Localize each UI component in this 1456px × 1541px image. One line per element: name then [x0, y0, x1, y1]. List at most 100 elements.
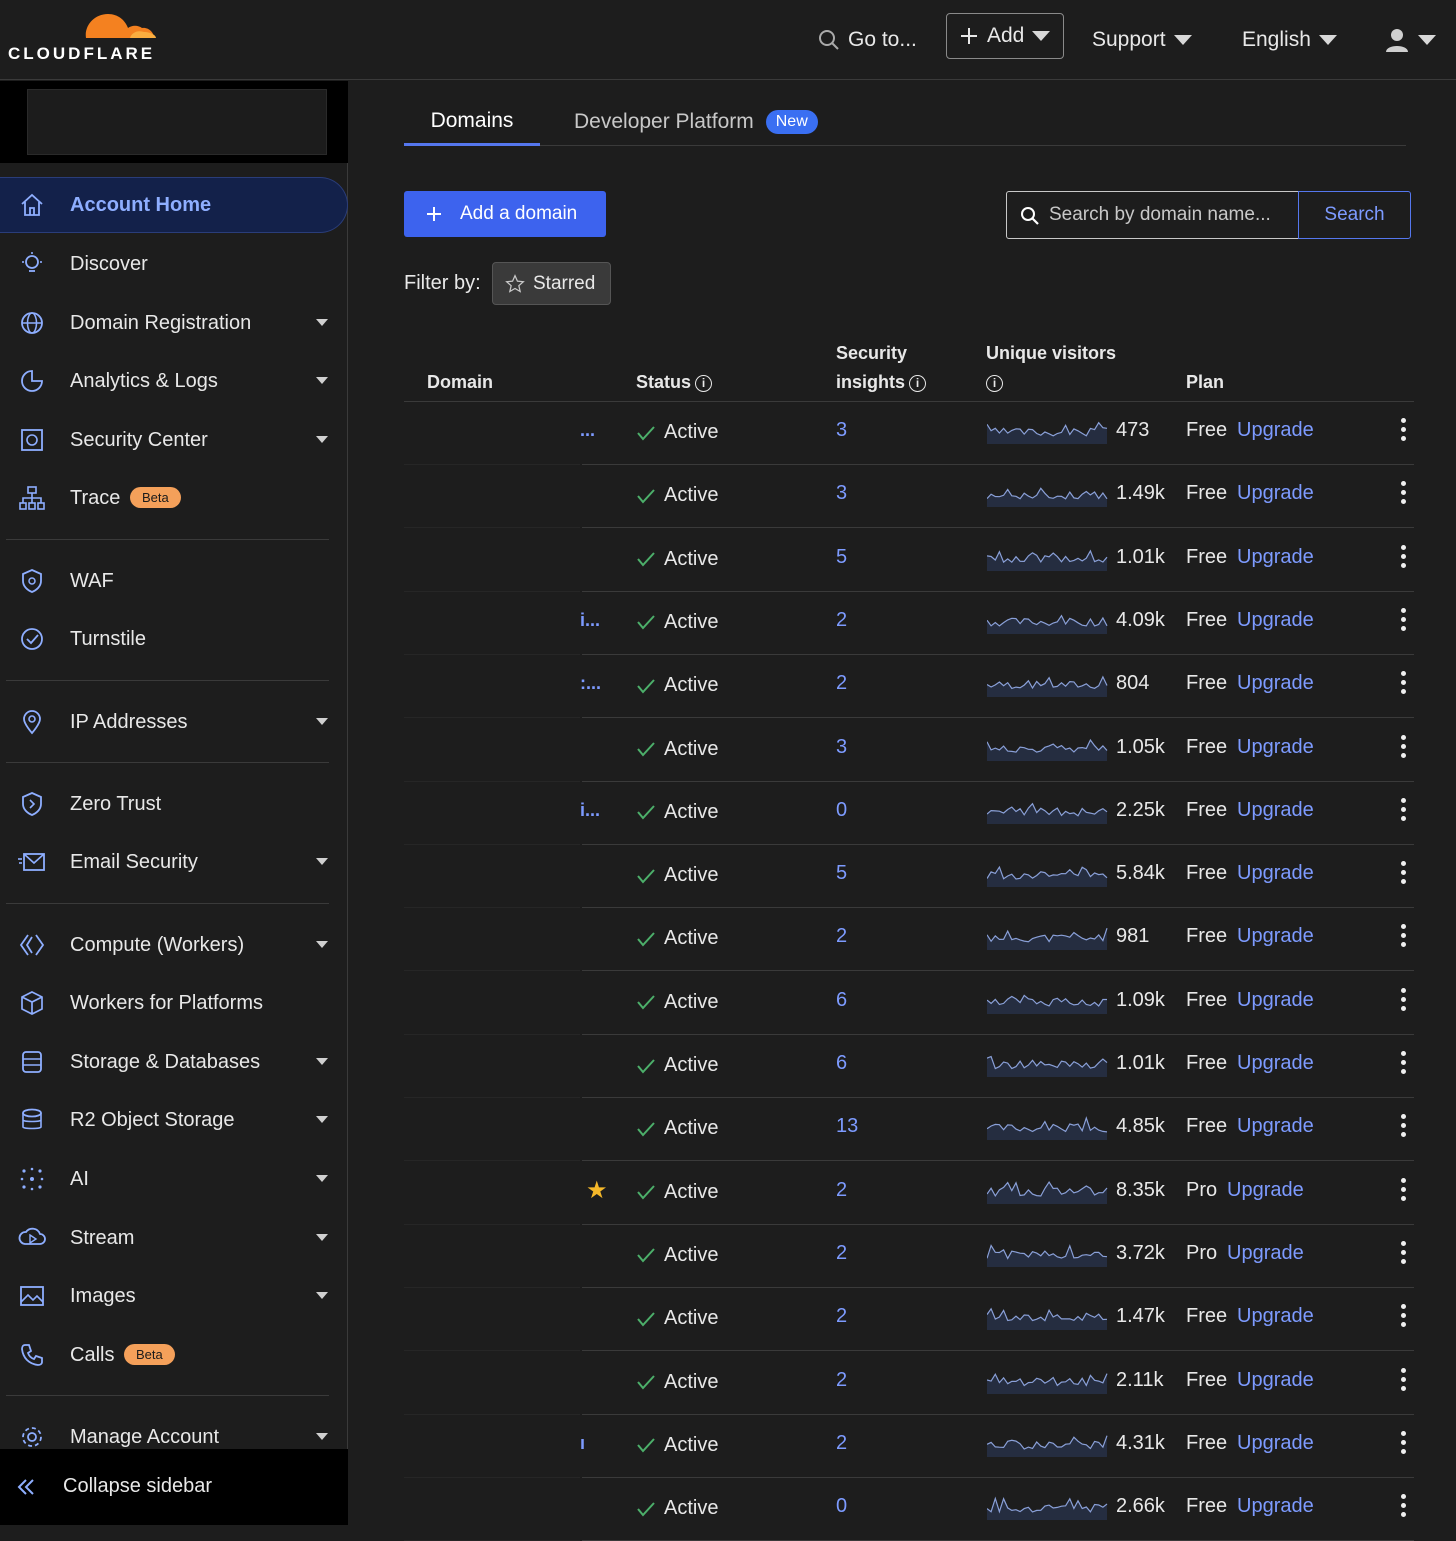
- search-button[interactable]: Search: [1298, 191, 1411, 239]
- info-icon[interactable]: i: [986, 374, 1003, 392]
- upgrade-link[interactable]: Upgrade: [1237, 862, 1314, 885]
- row-actions-menu-icon[interactable]: [1396, 607, 1410, 636]
- row-actions-menu-icon[interactable]: [1396, 1114, 1410, 1142]
- row-actions-menu-icon[interactable]: [1396, 734, 1410, 763]
- sidebar-item-storage-databases[interactable]: Storage & Databases: [0, 1034, 348, 1090]
- table-row[interactable]: Active 2 1.47k Free Upgrade: [404, 1288, 1414, 1352]
- upgrade-link[interactable]: Upgrade: [1237, 1115, 1314, 1138]
- row-actions-menu-icon[interactable]: [1396, 544, 1410, 573]
- col-header-visitors[interactable]: Unique visitors i: [986, 339, 1116, 397]
- security-insights-count[interactable]: 2: [836, 1305, 847, 1328]
- security-insights-count[interactable]: 5: [836, 546, 847, 569]
- domain-search-input[interactable]: [1006, 191, 1299, 239]
- upgrade-link[interactable]: Upgrade: [1237, 1305, 1314, 1328]
- domain-name-truncated[interactable]: ı: [580, 1433, 585, 1454]
- table-row[interactable]: Active 0 2.66k Free Upgrade: [404, 1478, 1414, 1541]
- row-actions-menu-icon[interactable]: [1396, 1494, 1410, 1522]
- security-insights-count[interactable]: 2: [836, 1369, 847, 1392]
- sidebar-item-images[interactable]: Images: [0, 1268, 348, 1324]
- row-actions-menu-icon[interactable]: [1396, 924, 1410, 952]
- domain-name-truncated[interactable]: i...: [580, 610, 600, 631]
- info-icon[interactable]: i: [695, 374, 713, 392]
- security-insights-count[interactable]: 13: [836, 1115, 858, 1138]
- security-insights-count[interactable]: 2: [836, 1432, 847, 1455]
- security-insights-count[interactable]: 6: [836, 1052, 847, 1075]
- sidebar-item-r2-object-storage[interactable]: R2 Object Storage: [0, 1092, 348, 1148]
- upgrade-link[interactable]: Upgrade: [1237, 925, 1314, 948]
- row-actions-menu-icon[interactable]: [1396, 797, 1410, 826]
- sidebar-item-zero-trust[interactable]: Zero Trust: [0, 776, 348, 832]
- language-menu[interactable]: English: [1242, 22, 1337, 58]
- row-actions-menu-icon[interactable]: [1396, 861, 1410, 889]
- col-header-security[interactable]: Security insights i: [836, 339, 927, 397]
- table-row[interactable]: Active 2 2.11k Free Upgrade: [404, 1352, 1414, 1415]
- upgrade-link[interactable]: Upgrade: [1237, 1495, 1314, 1518]
- row-actions-menu-icon[interactable]: [1396, 1367, 1410, 1396]
- row-actions-menu-icon[interactable]: [1396, 418, 1410, 446]
- table-row[interactable]: Active 5 1.01k Free Upgrade: [404, 529, 1414, 592]
- support-menu[interactable]: Support: [1092, 22, 1192, 58]
- security-insights-count[interactable]: 3: [836, 419, 847, 442]
- table-row[interactable]: Active 2 981 Free Upgrade: [404, 908, 1414, 972]
- sidebar-item-ip-addresses[interactable]: IP Addresses: [0, 694, 348, 750]
- row-actions-menu-icon[interactable]: [1396, 1304, 1410, 1332]
- sidebar-item-security-center[interactable]: Security Center: [0, 412, 348, 468]
- row-actions-menu-icon[interactable]: [1396, 481, 1410, 509]
- domain-name-truncated[interactable]: :...: [580, 673, 601, 694]
- row-actions-menu-icon[interactable]: [1396, 671, 1410, 699]
- security-insights-count[interactable]: 0: [836, 1495, 847, 1518]
- add-domain-button[interactable]: Add a domain: [404, 191, 606, 237]
- security-insights-count[interactable]: 2: [836, 672, 847, 695]
- tab-domains[interactable]: Domains: [404, 98, 540, 146]
- tab-developer-platform[interactable]: Developer Platform New: [574, 98, 818, 146]
- row-actions-menu-icon[interactable]: [1396, 1430, 1410, 1459]
- table-row[interactable]: Active 3 1.05k Free Upgrade: [404, 719, 1414, 782]
- user-menu[interactable]: [1384, 22, 1436, 58]
- table-row[interactable]: i... Active 0 2.25k Free Upgrade: [404, 782, 1414, 845]
- upgrade-link[interactable]: Upgrade: [1237, 1432, 1314, 1455]
- table-row[interactable]: ★ Active 2 8.35k Pro Upgrade: [404, 1162, 1414, 1225]
- table-row[interactable]: Active 6 1.09k Free Upgrade: [404, 972, 1414, 1035]
- sidebar-item-stream[interactable]: Stream: [0, 1210, 348, 1266]
- add-menu-button[interactable]: Add: [946, 13, 1064, 59]
- sidebar-item-calls[interactable]: Calls Beta: [0, 1327, 348, 1383]
- upgrade-link[interactable]: Upgrade: [1237, 736, 1314, 759]
- upgrade-link[interactable]: Upgrade: [1237, 482, 1314, 505]
- col-header-status[interactable]: Status i: [636, 368, 713, 397]
- sidebar-item-waf[interactable]: WAF: [0, 553, 348, 609]
- upgrade-link[interactable]: Upgrade: [1237, 419, 1314, 442]
- security-insights-count[interactable]: 3: [836, 482, 847, 505]
- upgrade-link[interactable]: Upgrade: [1237, 609, 1314, 632]
- upgrade-link[interactable]: Upgrade: [1237, 1052, 1314, 1075]
- col-header-plan[interactable]: Plan: [1186, 368, 1224, 397]
- domain-name-truncated[interactable]: i...: [580, 800, 600, 821]
- upgrade-link[interactable]: Upgrade: [1237, 989, 1314, 1012]
- security-insights-count[interactable]: 5: [836, 862, 847, 885]
- sidebar-item-compute-workers[interactable]: Compute (Workers): [0, 917, 348, 973]
- row-actions-menu-icon[interactable]: [1396, 1177, 1410, 1206]
- security-insights-count[interactable]: 2: [836, 1179, 847, 1202]
- sidebar-item-ai[interactable]: AI: [0, 1151, 348, 1207]
- security-insights-count[interactable]: 0: [836, 799, 847, 822]
- security-insights-count[interactable]: 2: [836, 609, 847, 632]
- sidebar-item-workers-for-platforms[interactable]: Workers for Platforms: [0, 975, 348, 1031]
- upgrade-link[interactable]: Upgrade: [1237, 546, 1314, 569]
- security-insights-count[interactable]: 2: [836, 1242, 847, 1265]
- sidebar-item-turnstile[interactable]: Turnstile: [0, 611, 348, 667]
- cloudflare-logo[interactable]: CLOUDFLARE: [8, 8, 163, 68]
- goto-search[interactable]: Go to...: [818, 22, 917, 58]
- table-row[interactable]: ... Active 3 473 Free Upgrade: [404, 402, 1414, 465]
- info-icon[interactable]: i: [909, 374, 927, 392]
- col-header-domain[interactable]: Domain: [427, 368, 493, 397]
- row-actions-menu-icon[interactable]: [1396, 1051, 1410, 1079]
- sidebar-item-discover[interactable]: Discover: [0, 236, 348, 292]
- table-row[interactable]: Active 3 1.49k Free Upgrade: [404, 465, 1414, 529]
- sidebar-item-domain-registration[interactable]: Domain Registration: [0, 295, 348, 351]
- upgrade-link[interactable]: Upgrade: [1237, 1369, 1314, 1392]
- table-row[interactable]: ı Active 2 4.31k Free Upgrade: [404, 1415, 1414, 1478]
- upgrade-link[interactable]: Upgrade: [1237, 672, 1314, 695]
- sidebar-item-account-home[interactable]: Account Home: [0, 177, 348, 233]
- sidebar-item-email-security[interactable]: Email Security: [0, 834, 348, 890]
- domain-name-truncated[interactable]: ...: [580, 420, 595, 441]
- table-row[interactable]: :... Active 2 804 Free Upgrade: [404, 655, 1414, 719]
